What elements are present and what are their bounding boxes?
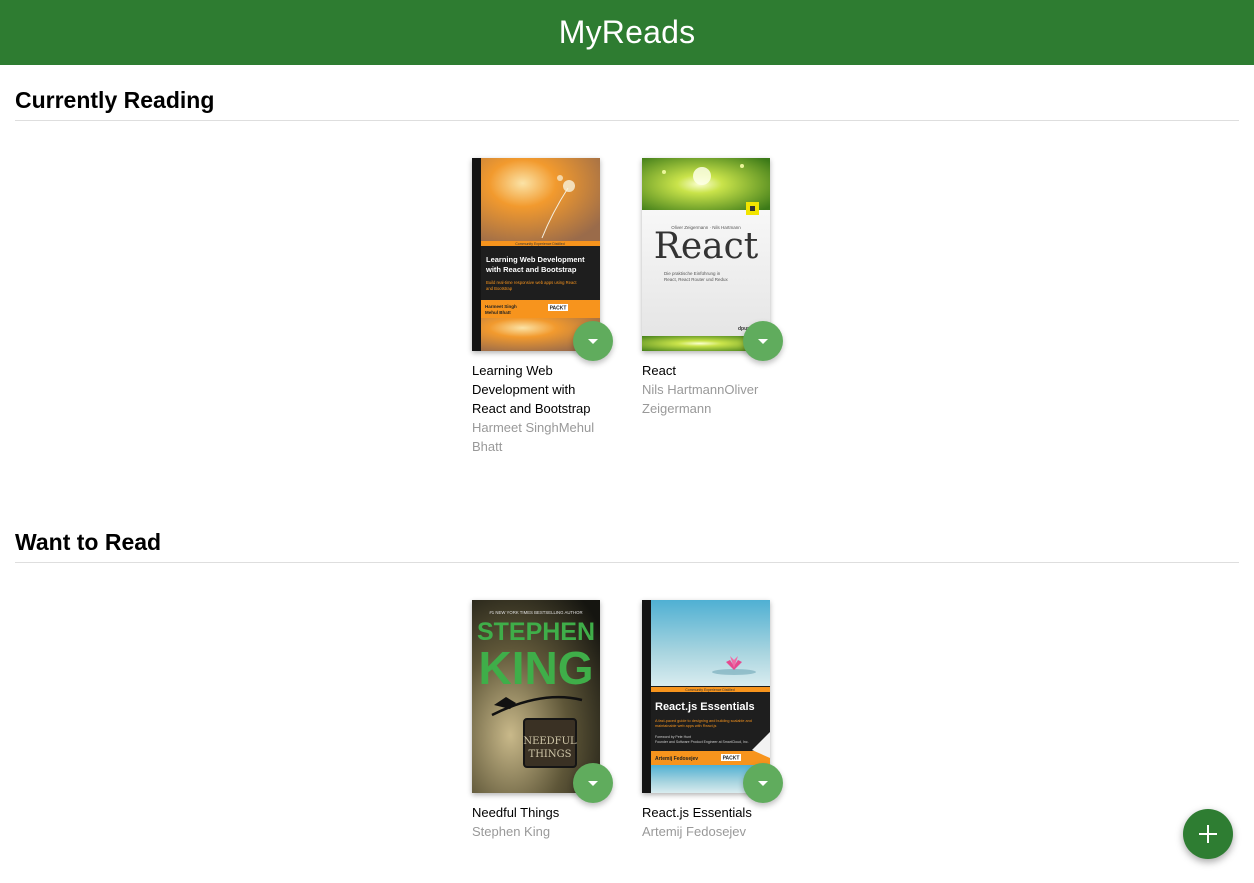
shelf-books: Community Experience Distilled Learning … [15, 121, 1239, 454]
shelf-currently-reading: Currently Reading Community Experience D… [15, 87, 1239, 454]
book-title: Learning Web Development with React and … [472, 363, 591, 416]
shelf-changer-button[interactable] [743, 763, 783, 803]
caret-down-icon [588, 338, 598, 344]
svg-text:Community Experience Distilled: Community Experience Distilled [685, 688, 734, 692]
svg-text:#1 NEW YORK TIMES BESTSELLING: #1 NEW YORK TIMES BESTSELLING AUTHOR [489, 610, 582, 615]
caret-down-icon [588, 780, 598, 786]
book-cover[interactable]: Community Experience Distilled React.js … [642, 600, 770, 793]
book-cover[interactable]: #1 NEW YORK TIMES BESTSELLING AUTHOR STE… [472, 600, 600, 793]
svg-text:Mehul Bhatt: Mehul Bhatt [485, 310, 511, 315]
book-cover[interactable]: Community Experience Distilled Learning … [472, 158, 600, 351]
add-book-button[interactable] [1183, 809, 1233, 859]
svg-text:PACKT: PACKT [723, 756, 740, 762]
svg-text:React: React [654, 226, 759, 267]
svg-text:THINGS: THINGS [529, 749, 572, 760]
book-title: React.js Essentials [642, 805, 752, 820]
svg-text:React, React Router und Redux: React, React Router und Redux [664, 277, 729, 282]
svg-text:and Bootstrap: and Bootstrap [486, 286, 513, 291]
caret-down-icon [758, 338, 768, 344]
shelf-books: #1 NEW YORK TIMES BESTSELLING AUTHOR STE… [15, 563, 1239, 883]
shelf-changer-button[interactable] [573, 763, 613, 803]
svg-text:Learning Web Development: Learning Web Development [486, 255, 585, 264]
shelf-changer-button[interactable] [743, 321, 783, 361]
shelf-title: Currently Reading [15, 87, 1239, 121]
svg-text:Founder and Software Product E: Founder and Software Product Engineer at… [655, 740, 749, 744]
book-authors: Artemij Fedosejev [642, 824, 747, 839]
caret-down-icon [758, 780, 768, 786]
shelf-want-to-read: Want to Read #1 NEW YORK TIMES BESTSELLI… [15, 529, 1239, 883]
book-cover[interactable]: Oliver Zeigermann · Nils Hartmann React … [642, 158, 770, 351]
shelf-changer-button[interactable] [573, 321, 613, 361]
app-title: MyReads [558, 14, 696, 50]
book-authors: Nils HartmannOliver Zeigermann [642, 382, 759, 416]
svg-text:Community Experience Distilled: Community Experience Distilled [515, 242, 564, 246]
book-authors: Stephen King [472, 824, 551, 839]
svg-text:A fast-paced guide to designin: A fast-paced guide to designing and buil… [655, 719, 752, 723]
svg-text:Die praktische Einführung in: Die praktische Einführung in [664, 271, 721, 276]
book-title: Needful Things [472, 805, 560, 820]
svg-text:with React and Bootstrap: with React and Bootstrap [485, 265, 577, 274]
plus-icon [1199, 825, 1217, 843]
app-header: MyReads [0, 0, 1254, 65]
svg-text:PACKT: PACKT [550, 306, 567, 312]
svg-text:Foreword by Pete Hunt: Foreword by Pete Hunt [655, 735, 691, 739]
book-title: React [642, 363, 676, 378]
book-authors: Harmeet SinghMehul Bhatt [472, 420, 595, 454]
svg-text:Artemij Fedosejev: Artemij Fedosejev [655, 756, 698, 762]
svg-text:Build real-time responsive web: Build real-time responsive web apps usin… [486, 280, 577, 285]
svg-text:maintainable web apps with Rea: maintainable web apps with React.js [655, 724, 717, 728]
svg-text:Harmeet Singh: Harmeet Singh [485, 304, 517, 309]
svg-text:KING: KING [479, 642, 594, 694]
shelf-title: Want to Read [15, 529, 1239, 563]
svg-text:NEEDFUL: NEEDFUL [523, 736, 577, 747]
svg-text:React.js Essentials: React.js Essentials [655, 701, 755, 713]
